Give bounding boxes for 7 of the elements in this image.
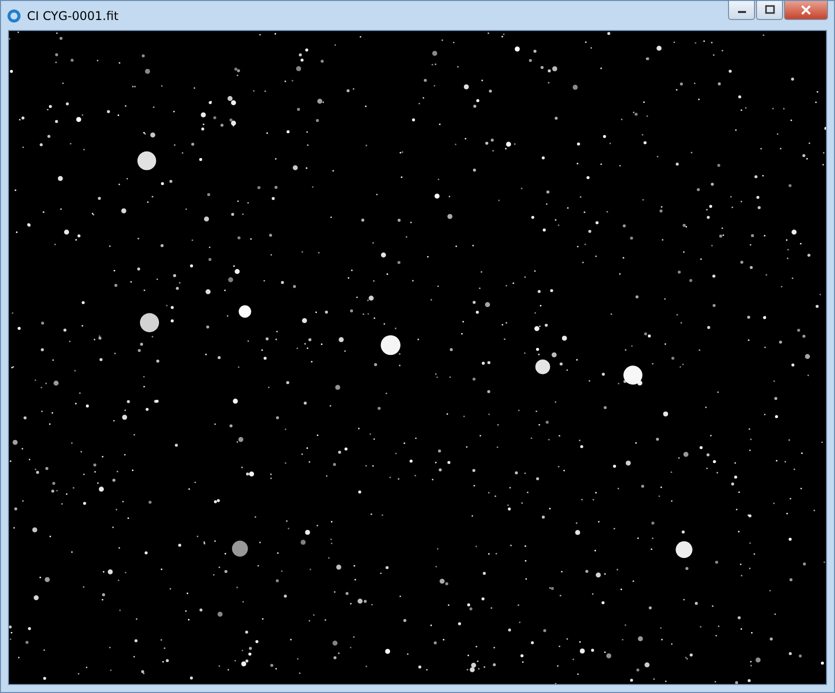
maximize-button[interactable]	[756, 1, 783, 20]
minimize-button[interactable]	[728, 1, 755, 20]
maximize-icon	[764, 5, 774, 15]
close-button[interactable]	[784, 1, 828, 20]
ring-icon	[7, 8, 21, 22]
window-title: CI CYG-0001.fit	[27, 8, 118, 22]
close-icon	[801, 5, 811, 15]
